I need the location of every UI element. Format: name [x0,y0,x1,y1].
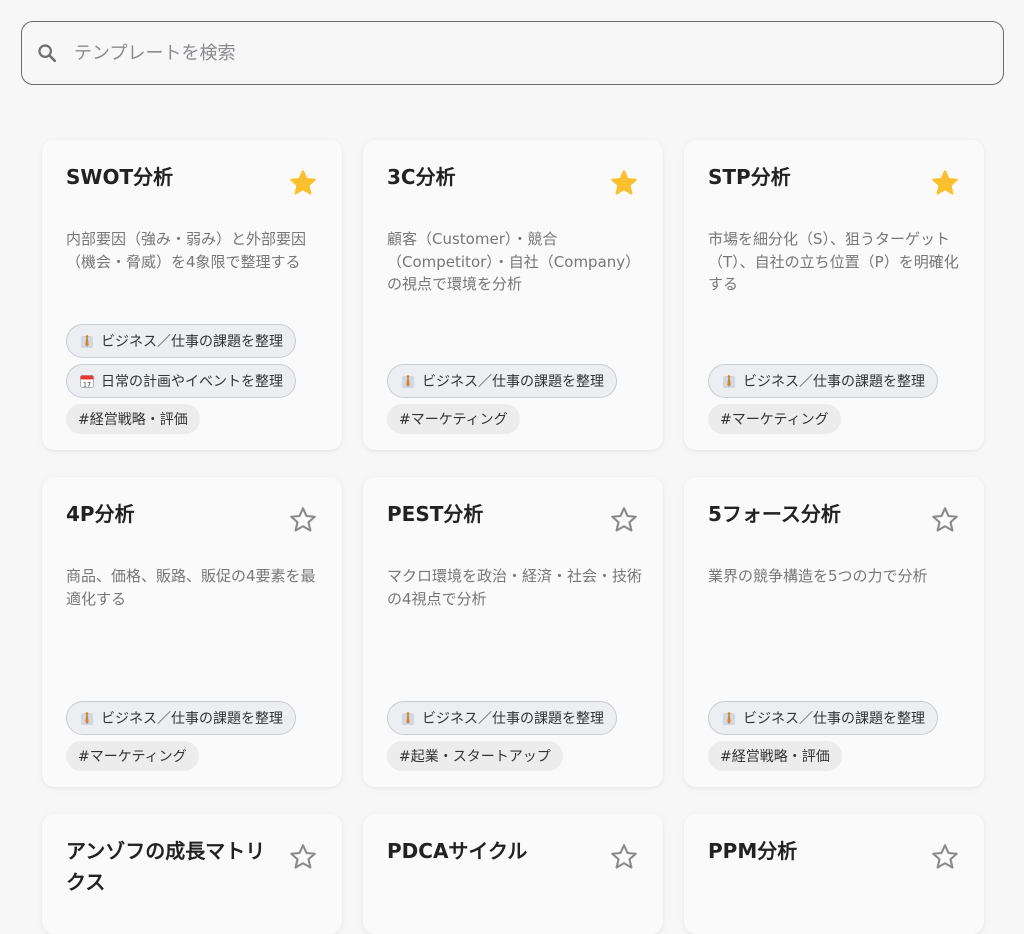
card-title: アンゾフの成長マトリクス [66,839,266,894]
hashtag-chip[interactable]: #マーケティング [387,404,520,434]
category-chip-label: 日常の計画やイベントを整理 [101,374,283,390]
search-icon [36,42,58,64]
card-title: PEST分析 [387,502,484,526]
star-filled-icon[interactable] [609,168,639,198]
card-title: 4P分析 [66,502,135,526]
calendar-icon: 17 [79,373,95,389]
card-tags: ビジネス／仕事の課題を整理 #マーケティング [387,364,649,434]
category-chip-label: ビジネス／仕事の課題を整理 [422,711,604,727]
category-chip[interactable]: ビジネス／仕事の課題を整理 [708,364,938,398]
category-chip-label: ビジネス／仕事の課題を整理 [743,374,925,390]
template-card[interactable]: PEST分析マクロ環境を政治・経済・社会・技術の4視点で分析ビジネス／仕事の課題… [363,477,663,787]
template-card[interactable]: 4P分析商品、価格、販路、販促の4要素を最適化するビジネス／仕事の課題を整理 #マ… [42,477,342,787]
necktie-icon [79,710,95,726]
category-chip[interactable]: ビジネス／仕事の課題を整理 [708,701,938,735]
star-filled-icon[interactable] [930,168,960,198]
category-chip-label: ビジネス／仕事の課題を整理 [101,711,283,727]
star-outline-icon[interactable] [609,842,639,872]
template-card[interactable]: SWOT分析内部要因（強み・弱み）と外部要因（機会・脅威）を4象限で整理するビジ… [42,140,342,450]
hashtag-chip[interactable]: #経営戦略・評価 [708,741,842,771]
necktie-icon [721,710,737,726]
card-description: マクロ環境を政治・経済・社会・技術の4視点で分析 [387,567,643,608]
card-title: SWOT分析 [66,165,174,189]
template-card[interactable]: 3C分析顧客（Customer）・競合（Competitor）・自社（Compa… [363,140,663,450]
card-title: PPM分析 [708,839,798,863]
card-title: PDCAサイクル [387,839,528,863]
necktie-icon [400,373,416,389]
category-chip-label: ビジネス／仕事の課題を整理 [743,711,925,727]
template-card[interactable]: PPM分析 [684,814,984,934]
card-title: STP分析 [708,165,791,189]
search-bar[interactable] [21,21,1004,85]
card-tags: ビジネス／仕事の課題を整理 #マーケティング [708,364,970,434]
card-description: 市場を細分化（S）、狙うターゲット（T）、自社の立ち位置（P）を明確化する [708,230,959,293]
category-chip[interactable]: ビジネス／仕事の課題を整理 [66,324,296,358]
template-card[interactable]: アンゾフの成長マトリクス [42,814,342,934]
hashtag-chip[interactable]: #マーケティング [708,404,841,434]
category-chip-label: ビジネス／仕事の課題を整理 [101,334,283,350]
hashtag-chip[interactable]: #起業・スタートアップ [387,741,563,771]
necktie-icon [721,373,737,389]
template-card[interactable]: STP分析市場を細分化（S）、狙うターゲット（T）、自社の立ち位置（P）を明確化… [684,140,984,450]
hashtag-chip[interactable]: #マーケティング [66,741,199,771]
search-input[interactable] [74,22,1003,84]
category-chip[interactable]: ビジネス／仕事の課題を整理 [387,364,617,398]
hashtag-chip[interactable]: #経営戦略・評価 [66,404,200,434]
star-outline-icon[interactable] [288,842,318,872]
category-chip[interactable]: 17 日常の計画やイベントを整理 [66,364,296,398]
category-chip-label: ビジネス／仕事の課題を整理 [422,374,604,390]
card-description: 内部要因（強み・弱み）と外部要因（機会・脅威）を4象限で整理する [66,230,307,271]
card-tags: ビジネス／仕事の課題を整理 17 日常の計画やイベントを整理 #経営戦略・評価 [66,324,328,434]
card-description: 顧客（Customer）・競合（Competitor）・自社（Company）の… [387,230,641,293]
star-outline-icon[interactable] [609,505,639,535]
card-description: 業界の競争構造を5つの力で分析 [708,567,928,585]
card-tags: ビジネス／仕事の課題を整理 #経営戦略・評価 [708,701,970,771]
card-tags: ビジネス／仕事の課題を整理 #マーケティング [66,701,328,771]
card-title: 5フォース分析 [708,502,841,526]
category-chip[interactable]: ビジネス／仕事の課題を整理 [387,701,617,735]
category-chip[interactable]: ビジネス／仕事の課題を整理 [66,701,296,735]
card-title: 3C分析 [387,165,456,189]
card-tags: ビジネス／仕事の課題を整理 #起業・スタートアップ [387,701,649,771]
star-outline-icon[interactable] [930,842,960,872]
template-card[interactable]: PDCAサイクル [363,814,663,934]
star-outline-icon[interactable] [288,505,318,535]
card-description: 商品、価格、販路、販促の4要素を最適化する [66,567,316,608]
necktie-icon [400,710,416,726]
svg-text:17: 17 [83,381,91,389]
star-filled-icon[interactable] [288,168,318,198]
necktie-icon [79,333,95,349]
template-card[interactable]: 5フォース分析業界の競争構造を5つの力で分析ビジネス／仕事の課題を整理 #経営戦略… [684,477,984,787]
star-outline-icon[interactable] [930,505,960,535]
